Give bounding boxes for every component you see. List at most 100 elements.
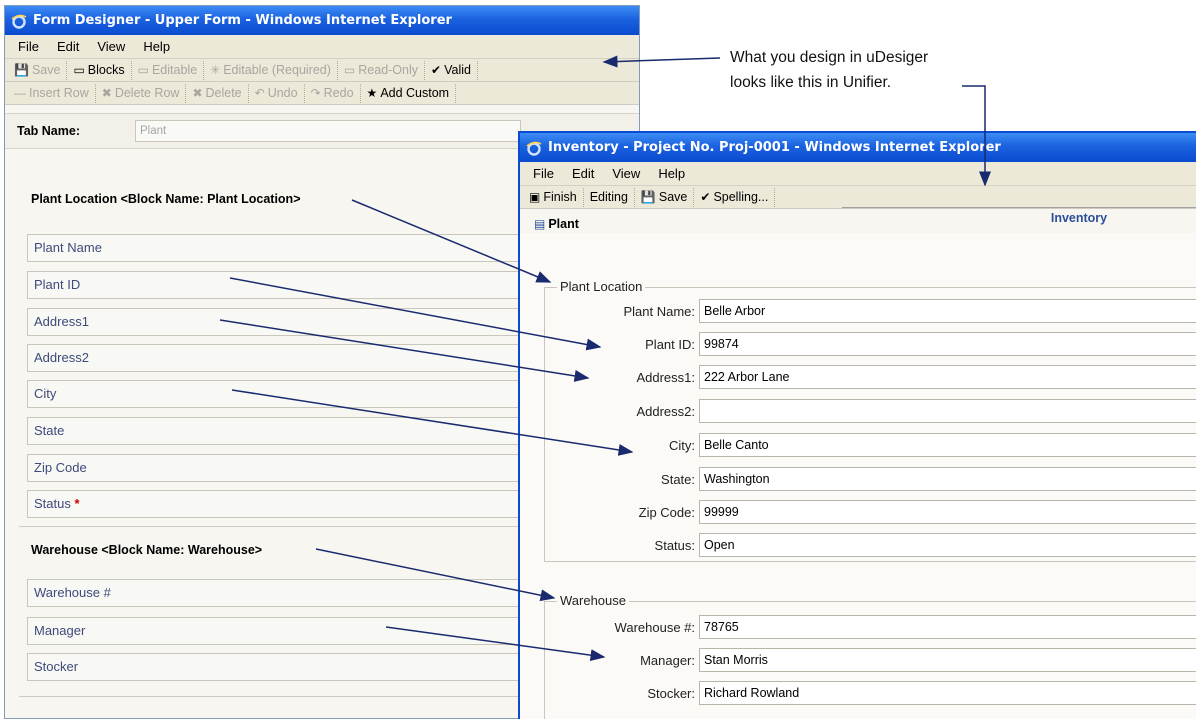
- unifier-toolbar-editing-button[interactable]: Editing: [584, 187, 635, 207]
- stocker-input[interactable]: Richard Rowland: [699, 681, 1196, 705]
- finish-icon: ▣: [529, 190, 541, 204]
- field-label: Plant Name:: [623, 303, 695, 319]
- menu-file[interactable]: File: [9, 39, 48, 54]
- field-label: Warehouse #:: [614, 619, 695, 635]
- toolbar-button-label: Save: [31, 63, 61, 77]
- toolbar-button-label: Redo: [323, 86, 354, 100]
- plant-name-input[interactable]: Belle Arbor: [699, 299, 1196, 323]
- unifier-window: Inventory - Project No. Proj-0001 - Wind…: [518, 131, 1196, 719]
- warehouse-legend: Warehouse: [557, 593, 629, 608]
- city-input[interactable]: Belle Canto: [699, 433, 1196, 457]
- designer-field-status-label: Status: [34, 496, 71, 511]
- field-label: Plant ID:: [645, 336, 695, 352]
- zip-code-input[interactable]: 99999: [699, 500, 1196, 524]
- toolbar-button-label: Editable (Required): [223, 63, 331, 77]
- status-input[interactable]: Open: [699, 533, 1196, 557]
- toolbar-button-label: Add Custom: [380, 86, 450, 100]
- toolbar-button-label: Finish: [543, 190, 577, 204]
- internet-explorer-icon: [526, 141, 542, 156]
- field-label: Address2:: [636, 403, 695, 419]
- unifier-toolbar-spelling-button[interactable]: ✔ Spelling...: [694, 187, 776, 207]
- designer-toolbar-secondary: — Insert Row ✖ Delete Row ✖ Delete ↶ Undo ↷ Redo ★…: [5, 82, 639, 105]
- form-row-plant-id: Plant ID: 99874: [545, 331, 1196, 357]
- toolbar-save-button[interactable]: 💾 Save: [8, 60, 68, 80]
- toolbar-button-label: Editable: [151, 63, 198, 77]
- address1-input[interactable]: 222 Arbor Lane: [699, 365, 1196, 389]
- warehouse-block-title: Warehouse <Block Name: Warehouse>: [31, 543, 263, 557]
- menu-file[interactable]: File: [524, 166, 563, 181]
- delete-icon: ✖: [192, 86, 203, 100]
- tab-plant[interactable]: ▤ Plant: [534, 217, 579, 231]
- form-icon: ▤: [534, 217, 546, 231]
- toolbar-blocks-button[interactable]: ▭ Blocks: [67, 60, 132, 80]
- unifier-tabstrip: ▤ Plant Inventory: [520, 207, 1196, 237]
- toolbar-button-label: Spelling...: [713, 190, 769, 204]
- tab-inventory[interactable]: Inventory: [842, 207, 1196, 233]
- toolbar-delete-row-button[interactable]: ✖ Delete Row: [96, 83, 187, 103]
- tab-name-label: Tab Name:: [17, 124, 80, 138]
- designer-title: Form Designer - Upper Form - Windows Int…: [33, 13, 452, 28]
- toolbar-insert-row-button[interactable]: — Insert Row: [8, 83, 96, 103]
- tab-name-input[interactable]: Plant: [135, 120, 521, 142]
- warehouse-input[interactable]: 78765: [699, 615, 1196, 639]
- state-input[interactable]: Washington: [699, 467, 1196, 491]
- toolbar-editable-button[interactable]: ▭ Editable: [132, 60, 205, 80]
- unifier-toolbar-save-button[interactable]: 💾 Save: [635, 187, 695, 207]
- field-label: Manager:: [640, 652, 695, 668]
- plant-location-legend: Plant Location: [557, 279, 646, 294]
- field-label: Stocker:: [647, 685, 695, 701]
- menu-view[interactable]: View: [603, 166, 649, 181]
- annotation-line-1: What you design in uDesiger: [730, 49, 929, 66]
- undo-icon: ↶: [254, 86, 265, 100]
- manager-input[interactable]: Stan Morris: [699, 648, 1196, 672]
- unifier-toolbar: ▣ Finish Editing 💾 Save ✔ Spelling...: [520, 186, 1196, 209]
- form-row-warehouse: Warehouse #: 78765: [545, 614, 1196, 640]
- tab-plant-label: Plant: [548, 217, 579, 231]
- internet-explorer-icon: [11, 14, 27, 29]
- unifier-title: Inventory - Project No. Proj-0001 - Wind…: [548, 140, 1001, 155]
- read-only-icon: ▭: [343, 63, 356, 77]
- designer-titlebar[interactable]: Form Designer - Upper Form - Windows Int…: [5, 6, 639, 35]
- menu-edit[interactable]: Edit: [48, 39, 88, 54]
- unifier-titlebar[interactable]: Inventory - Project No. Proj-0001 - Wind…: [520, 133, 1196, 162]
- toolbar-add-custom-button[interactable]: ★ Add Custom: [361, 83, 457, 103]
- blocks-icon: ▭: [73, 63, 85, 77]
- save-icon: 💾: [640, 190, 656, 204]
- form-row-plant-name: Plant Name: Belle Arbor: [545, 298, 1196, 324]
- form-row-zip-code: Zip Code: 99999: [545, 499, 1196, 525]
- plant-location-group: Plant Location Plant Name: Belle Arbor Pla…: [544, 279, 1196, 562]
- field-label: City:: [669, 437, 695, 453]
- toolbar-valid-button[interactable]: ✔ Valid: [425, 60, 478, 80]
- unifier-form-area: Plant Location Plant Name: Belle Arbor Pla…: [520, 233, 1196, 719]
- toolbar-editable-required-button[interactable]: ✳ Editable (Required): [204, 60, 338, 80]
- toolbar-button-label: Read-Only: [358, 63, 419, 77]
- plant-id-input[interactable]: 99874: [699, 332, 1196, 356]
- form-row-stocker: Stocker: Richard Rowland: [545, 680, 1196, 706]
- insert-row-icon: —: [14, 86, 26, 100]
- redo-icon: ↷: [310, 86, 321, 100]
- designer-toolbar-primary: 💾 Save ▭ Blocks ▭ Editable ✳ Editable (Required…: [5, 59, 639, 82]
- annotation-line-2: looks like this in Unifier.: [730, 74, 892, 91]
- toolbar-button-label: Delete Row: [114, 86, 180, 100]
- toolbar-undo-button[interactable]: ↶ Undo: [249, 83, 305, 103]
- menu-view[interactable]: View: [88, 39, 134, 54]
- save-icon: 💾: [14, 63, 29, 77]
- menu-help[interactable]: Help: [649, 166, 694, 181]
- validate-icon: ✔: [431, 63, 442, 77]
- form-row-city: City: Belle Canto: [545, 432, 1196, 458]
- toolbar-read-only-button[interactable]: ▭ Read-Only: [338, 60, 426, 80]
- required-marker: *: [74, 496, 80, 511]
- toolbar-delete-button[interactable]: ✖ Delete: [186, 83, 249, 103]
- toolbar-button-label: Insert Row: [29, 86, 89, 100]
- form-row-address2: Address2:: [545, 398, 1196, 424]
- unifier-toolbar-finish-button[interactable]: ▣ Finish: [523, 187, 584, 207]
- menu-help[interactable]: Help: [134, 39, 179, 54]
- address2-input[interactable]: [699, 399, 1196, 423]
- menu-edit[interactable]: Edit: [563, 166, 603, 181]
- toolbar-button-label: Blocks: [87, 63, 125, 77]
- designer-menubar: File Edit View Help: [5, 35, 639, 59]
- editable-icon: ▭: [137, 63, 149, 77]
- toolbar-redo-button[interactable]: ↷ Redo: [305, 83, 361, 103]
- field-label: Zip Code:: [638, 504, 695, 520]
- field-label: Status:: [654, 537, 695, 553]
